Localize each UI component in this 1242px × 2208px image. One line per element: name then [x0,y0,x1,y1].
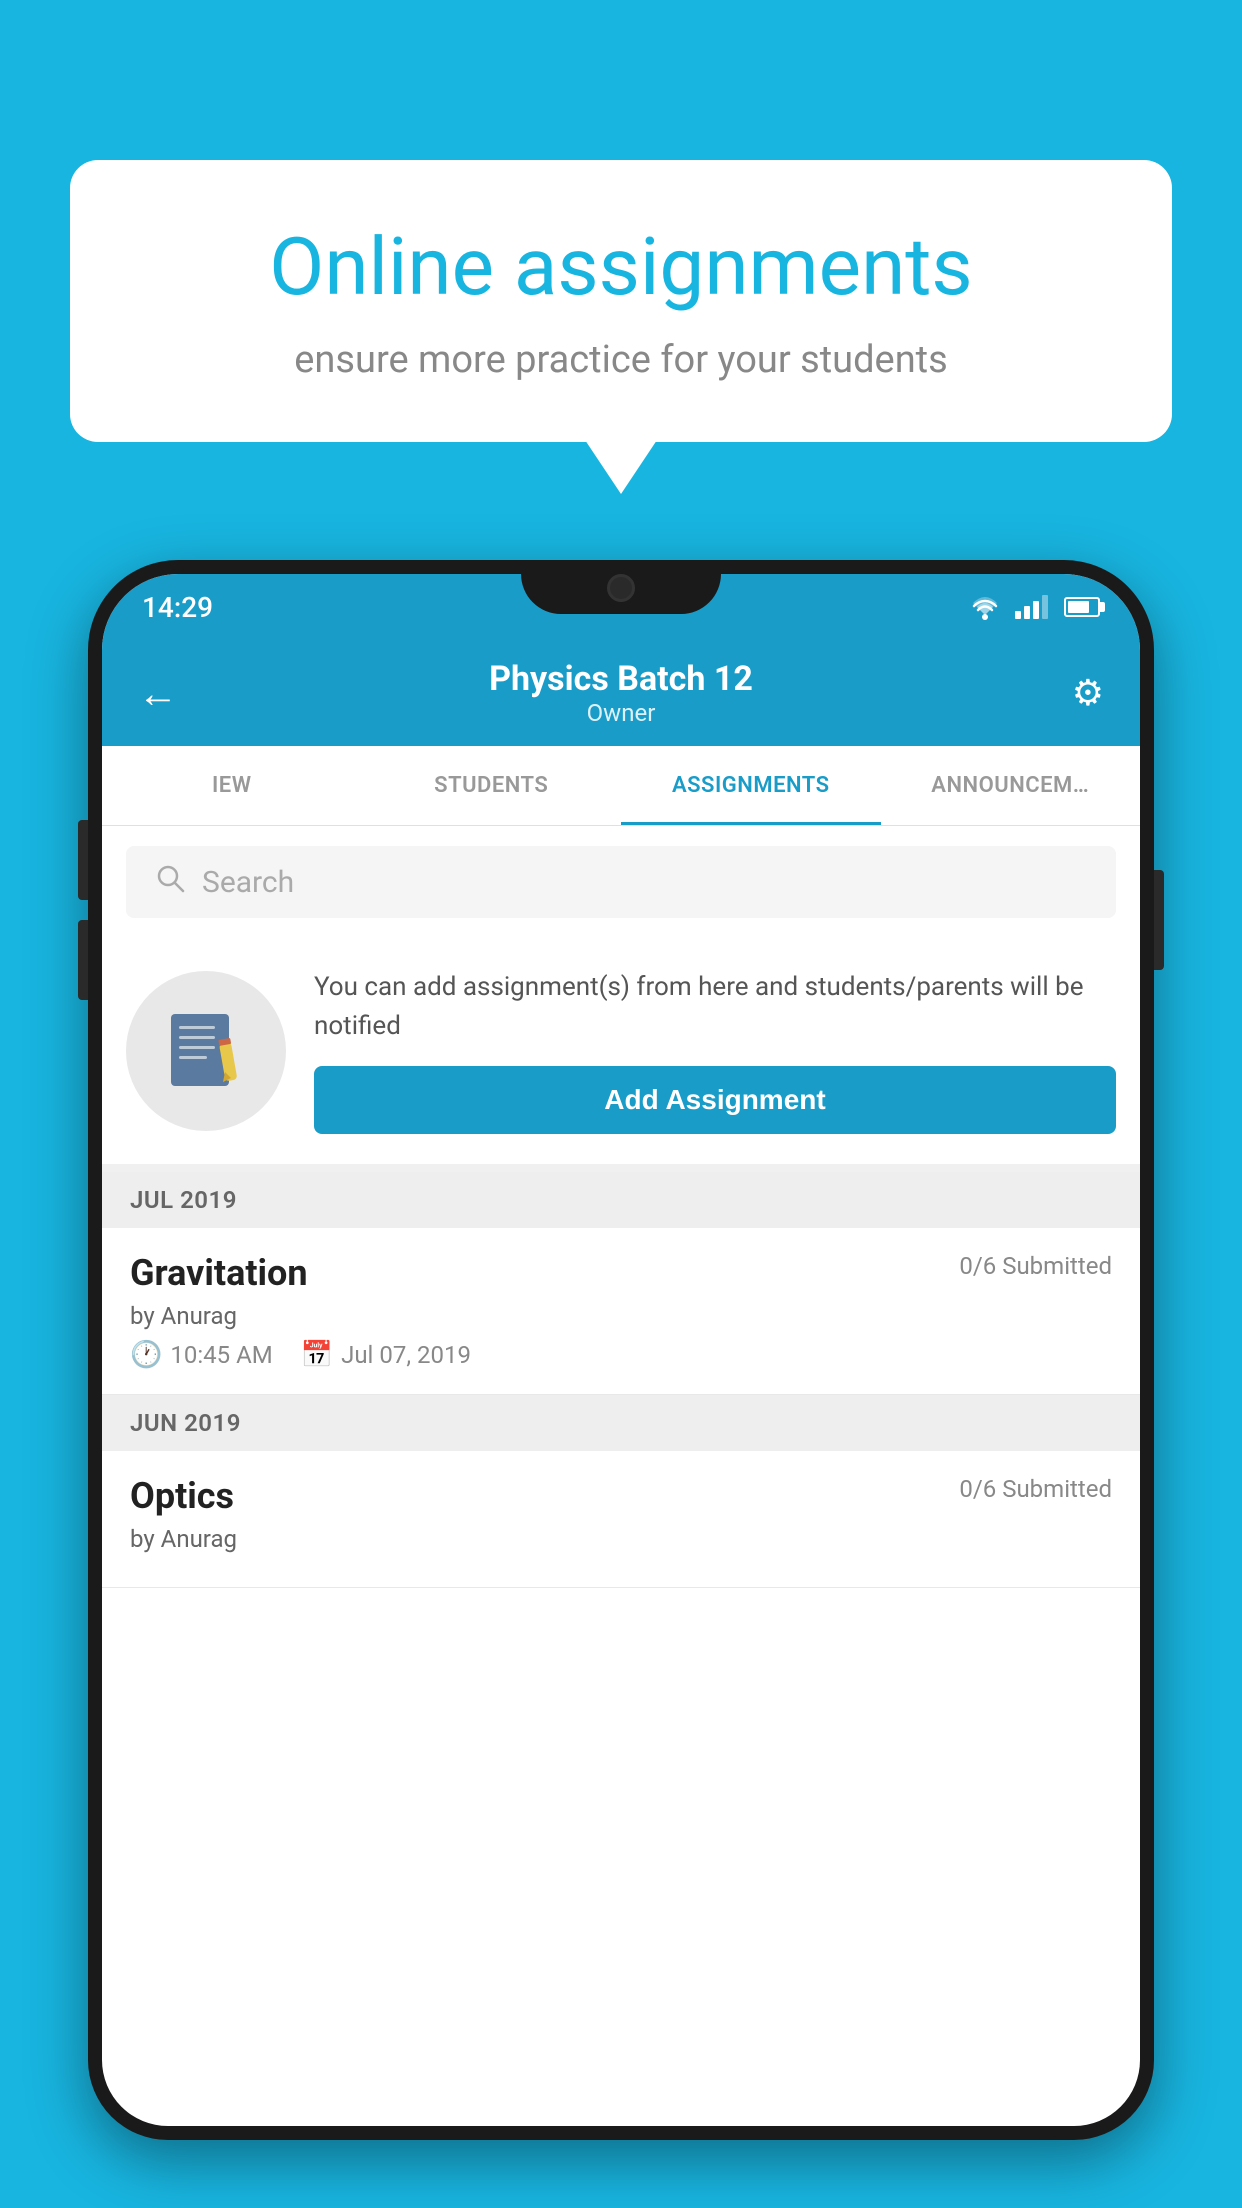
phone-screen: 14:29 [102,574,1140,2126]
search-container: Search [102,826,1140,938]
settings-icon[interactable]: ⚙ [1072,672,1104,714]
assignment-optics[interactable]: Optics 0/6 Submitted by Anurag [102,1451,1140,1588]
volume-down-button [78,920,88,1000]
add-assignment-description: You can add assignment(s) from here and … [314,968,1116,1046]
assignment-author: by Anurag [130,1302,1112,1330]
phone-outer: 14:29 [88,560,1154,2140]
tab-assignments[interactable]: ASSIGNMENTS [621,746,881,825]
assignment-author-optics: by Anurag [130,1525,1112,1553]
assignment-name: Gravitation [130,1252,308,1294]
assignment-top-optics: Optics 0/6 Submitted [130,1475,1112,1517]
search-icon [154,862,186,902]
section-header-jun: JUN 2019 [102,1395,1140,1451]
assignment-time: 10:45 AM [170,1341,272,1369]
assignment-gravitation[interactable]: Gravitation 0/6 Submitted by Anurag 🕐 10… [102,1228,1140,1395]
add-assignment-button[interactable]: Add Assignment [314,1066,1116,1134]
promo-title: Online assignments [140,220,1102,314]
calendar-icon: 📅 [301,1340,333,1370]
time-meta: 🕐 10:45 AM [130,1340,273,1370]
date-meta: 📅 Jul 07, 2019 [301,1340,471,1370]
header-title: Physics Batch 12 [489,659,753,699]
assignment-top: Gravitation 0/6 Submitted [130,1252,1112,1294]
promo-subtitle: ensure more practice for your students [140,338,1102,382]
search-bar[interactable]: Search [126,846,1116,918]
status-time: 14:29 [142,591,213,624]
phone-camera [607,574,635,602]
status-icons [967,593,1100,621]
battery-icon [1064,597,1100,617]
wifi-icon [967,593,1003,621]
assignment-name-optics: Optics [130,1475,234,1517]
power-button [1154,870,1164,970]
header-center: Physics Batch 12 Owner [489,659,753,727]
volume-up-button [78,820,88,900]
phone-mockup: 14:29 [88,560,1154,2208]
app-header: ← Physics Batch 12 Owner ⚙ [102,640,1140,746]
header-subtitle: Owner [489,699,753,727]
submitted-count: 0/6 Submitted [959,1252,1112,1280]
tab-iew[interactable]: IEW [102,746,362,825]
phone-notch [521,560,721,614]
clock-icon: 🕐 [130,1340,162,1370]
assignment-date: Jul 07, 2019 [341,1341,471,1369]
tab-students[interactable]: STUDENTS [362,746,622,825]
add-assignment-content: You can add assignment(s) from here and … [314,968,1116,1134]
promo-section: Online assignments ensure more practice … [70,160,1172,442]
submitted-count-optics: 0/6 Submitted [959,1475,1112,1503]
section-header-jul: JUL 2019 [102,1172,1140,1228]
back-button[interactable]: ← [138,670,178,717]
signal-icon [1015,595,1048,619]
tab-announcements[interactable]: ANNOUNCEM… [881,746,1141,825]
notebook-icon [161,1006,251,1096]
notebook-circle [126,971,286,1131]
add-assignment-section: You can add assignment(s) from here and … [102,938,1140,1172]
tabs-bar: IEW STUDENTS ASSIGNMENTS ANNOUNCEM… [102,746,1140,826]
speech-bubble: Online assignments ensure more practice … [70,160,1172,442]
search-placeholder: Search [202,865,294,900]
assignment-meta: 🕐 10:45 AM 📅 Jul 07, 2019 [130,1340,1112,1370]
